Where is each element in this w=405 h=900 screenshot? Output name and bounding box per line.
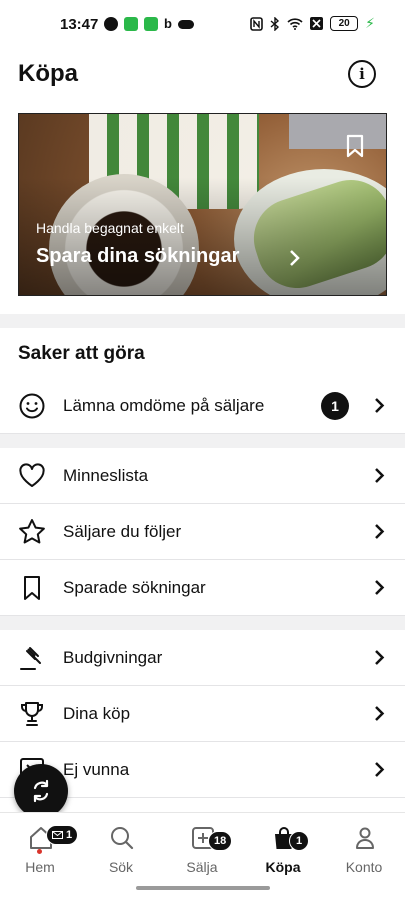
list-item-label: Ej vunna — [63, 759, 130, 779]
bottom-navigation: 1 Hem Sök 18 Sälja 1 Köpa Konto — [0, 812, 405, 878]
notification-dot — [37, 849, 42, 854]
nav-item-home[interactable]: 1 Hem — [0, 819, 80, 875]
nav-label: Sök — [108, 859, 134, 875]
facebook-icon — [104, 17, 118, 31]
chevron-right-icon — [375, 524, 385, 539]
list-item-saved-searches[interactable]: Sparade sökningar — [0, 560, 405, 616]
chevron-right-icon — [375, 706, 385, 721]
list-item-label: Dina köp — [63, 703, 131, 723]
hero-banner[interactable]: Handla begagnat enkelt Spara dina söknin… — [18, 113, 387, 296]
gavel-icon — [18, 644, 46, 672]
list-item-review-seller[interactable]: Lämna omdöme på säljare 1 — [0, 378, 405, 434]
list-item-label: Sparade sökningar — [63, 577, 206, 597]
page-title: Köpa — [18, 60, 78, 87]
list-item-purchases[interactable]: Dina köp — [0, 686, 405, 742]
section-divider — [0, 434, 405, 448]
hero-title: Spara dina sökningar — [36, 245, 240, 267]
battery-indicator: 20 — [330, 16, 359, 31]
chevron-right-icon — [375, 650, 385, 665]
chevron-right-icon — [375, 398, 385, 413]
bookmark-icon — [18, 574, 46, 602]
status-bar: 13:47 b 20 ⚡ — [0, 0, 405, 52]
list-item-followed-sellers[interactable]: Säljare du följer — [0, 504, 405, 560]
charging-icon: ⚡ — [365, 15, 375, 31]
nfc-icon — [250, 16, 263, 31]
no-sim-icon — [310, 17, 324, 30]
app-notification-icon — [124, 17, 138, 31]
bluetooth-icon — [270, 16, 280, 31]
chevron-right-icon — [375, 762, 385, 777]
mail-icon — [52, 831, 63, 839]
status-time: 13:47 — [60, 16, 99, 33]
hero-subtitle: Handla begagnat enkelt — [36, 220, 184, 236]
nav-item-search[interactable]: Sök — [81, 819, 161, 875]
app-notification-icon-2 — [144, 17, 158, 31]
b-app-icon: b — [164, 16, 172, 31]
cloud-icon — [177, 19, 194, 29]
nav-item-account[interactable]: Konto — [324, 819, 404, 875]
chevron-right-icon — [375, 468, 385, 483]
star-icon — [18, 518, 46, 546]
list-item-label: Minneslista — [63, 465, 149, 485]
list-item-label: Säljare du följer — [63, 521, 182, 541]
chevron-right-icon — [375, 580, 385, 595]
list-item-label: Lämna omdöme på säljare — [63, 395, 265, 415]
wifi-icon — [287, 18, 303, 30]
mail-badge: 1 — [46, 825, 79, 845]
switch-mode-button[interactable] — [14, 764, 68, 818]
swap-icon — [33, 779, 49, 803]
count-badge: 18 — [208, 831, 233, 851]
account-icon — [356, 827, 374, 849]
home-indicator[interactable] — [136, 886, 270, 890]
nav-label: Sälja — [186, 859, 218, 875]
section-heading-todo: Saker att göra — [18, 343, 145, 364]
notification-icons: b — [104, 17, 194, 31]
count-badge: 1 — [289, 831, 309, 851]
info-icon[interactable]: i — [348, 60, 376, 88]
list-item-label: Budgivningar — [63, 647, 163, 667]
count-badge: 1 — [321, 391, 349, 420]
bookmark-icon[interactable] — [346, 134, 364, 158]
nav-item-sell[interactable]: 18 Sälja — [162, 819, 242, 875]
list-item-favorites[interactable]: Minneslista — [0, 448, 405, 504]
search-icon — [111, 827, 134, 850]
trophy-icon — [18, 700, 46, 728]
nav-label: Köpa — [265, 859, 301, 875]
nav-item-buy[interactable]: 1 Köpa — [243, 819, 323, 875]
heart-icon — [18, 462, 46, 490]
chevron-right-icon — [290, 250, 300, 266]
nav-label: Hem — [25, 859, 55, 875]
section-divider — [0, 616, 405, 630]
section-divider — [0, 314, 405, 328]
list-item-bids[interactable]: Budgivningar — [0, 630, 405, 686]
smiley-icon — [18, 392, 46, 420]
system-icons: 20 ⚡ — [250, 15, 375, 32]
nav-label: Konto — [345, 859, 383, 875]
